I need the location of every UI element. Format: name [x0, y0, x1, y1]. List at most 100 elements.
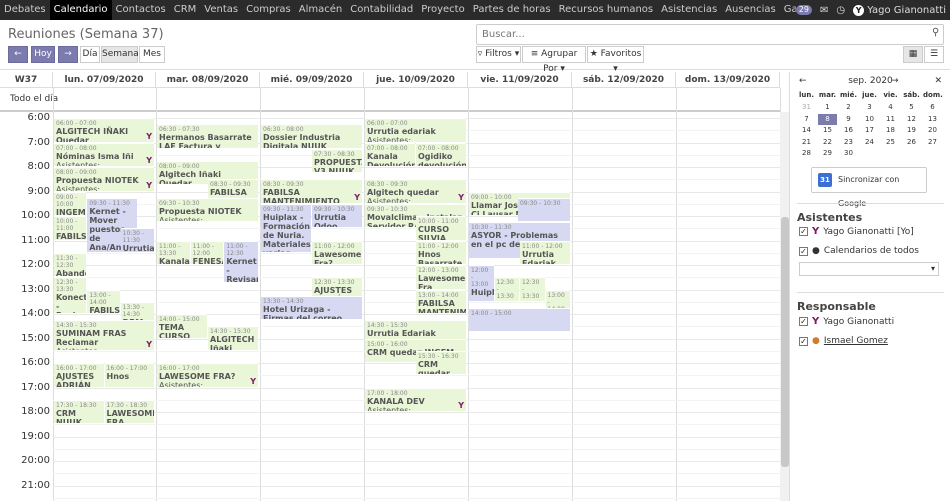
chat-icon[interactable]: ✉ [820, 5, 828, 16]
mini-day[interactable]: 23 [839, 137, 858, 148]
calendar-event[interactable]: 11:30 - 12:30Abando CRM Planificar [54, 252, 87, 277]
nav-menu-item[interactable]: Almacén [295, 0, 346, 20]
nav-menu-item[interactable]: Compras [242, 0, 295, 20]
notification-badge[interactable]: 29 [795, 5, 812, 15]
nav-menu-item[interactable]: Ausencias [721, 0, 780, 20]
calendar-event[interactable]: 09:00 - 10:00INGEM CRMAsistentes: [54, 191, 87, 215]
mini-day[interactable]: 8 [818, 113, 837, 125]
mini-day[interactable]: 28 [797, 148, 816, 159]
prev-button[interactable]: ← [8, 46, 28, 63]
calendar-event[interactable]: 06:00 - 07:00 Urrutia edariak Asistentes: [365, 118, 466, 142]
mini-day[interactable]: 19 [902, 125, 921, 136]
calendar-event[interactable]: 12:30 - 13:30Preparar DEMO [520, 277, 545, 301]
calendar-event[interactable]: 12:30 - 13:30Konectia - Revisar PC de An… [54, 277, 87, 313]
mini-day[interactable]: 6 [923, 102, 942, 113]
mini-day[interactable]: 31 [797, 102, 816, 113]
mini-day[interactable]: 18 [881, 125, 900, 136]
calendar-event[interactable]: 11:00 - 12:00 Urrutia Edariak [520, 240, 570, 264]
calendar-event[interactable]: 08:30 - 09:30 Algitech quedar Asistentes: Y [365, 179, 466, 203]
calendar-event[interactable]: 11:00 - 13:30Kanala DevoluciónAsistentes… [157, 240, 190, 264]
calendar-event[interactable]: 14:30 - 15:30ALGITECH Iñaki Quedar [208, 326, 258, 350]
calendar-event[interactable]: 17:00 - 18:00 KANALA DEV Asistentes: Y [365, 387, 466, 411]
calendar-event[interactable]: 10:00 - 11:00CURSO SILVIA CAMPUZANO [416, 216, 466, 240]
mini-day[interactable]: 9 [839, 114, 858, 125]
calendar-event[interactable]: 15:30 - 16:30CRM quedar ABANDO [416, 350, 466, 375]
scrollbar-thumb[interactable] [781, 217, 789, 467]
nav-menu-item[interactable]: Contabilidad [346, 0, 417, 20]
mini-day[interactable]: 12 [902, 114, 921, 125]
mini-day[interactable]: 14 [797, 125, 816, 136]
groupby-button[interactable]: ≡ Agrupar Por ▾ [522, 46, 586, 74]
search-icon[interactable]: ⚲ [932, 27, 939, 38]
calendar-event[interactable]: 12:00 - 13:00 Lawesome Fra [416, 265, 466, 289]
list-view-icon[interactable]: ☰ [924, 46, 944, 63]
mini-day[interactable]: 17 [860, 125, 879, 136]
close-icon[interactable]: ✕ [934, 76, 942, 86]
mini-day[interactable]: 30 [839, 148, 858, 159]
calendar-event[interactable]: 06:30 - 08:00 Dossier Industria Digitala … [261, 124, 362, 148]
responsible-ismael[interactable]: ✓ ● Ismael Gomez [799, 336, 888, 346]
calendar-event[interactable]: 16:00 - 17:00AJUSTES ADRIÁN CRM Abando y… [54, 363, 104, 387]
mini-day[interactable]: 22 [818, 137, 837, 148]
checkbox[interactable]: ✓ [799, 246, 808, 256]
nav-menu-item[interactable]: Partes de horas [469, 0, 555, 20]
calendar-event[interactable]: 07:00 - 08:00 Ogidiko devolución [416, 142, 466, 166]
day-view-button[interactable]: Día [80, 46, 100, 63]
calendar-event[interactable]: 17:30 - 18:30LAWESOME FRA Reclamar [104, 399, 154, 424]
nav-menu-item[interactable]: CRM [170, 0, 201, 20]
calendar-event[interactable]: 12:00 - 13:00Huiplax - Cambiar SSD a Nur… [469, 265, 494, 301]
clock-icon[interactable]: ◷ [836, 5, 845, 16]
calendar-event[interactable]: 09:30 - 10:30 Propuesta NIOTEK Asistentes: [157, 197, 258, 222]
mini-day[interactable]: 13 [923, 114, 942, 125]
all-day-row[interactable]: Todo el día [0, 88, 780, 112]
filters-button[interactable]: ▿ Filtros ▾ [476, 46, 521, 63]
mini-day[interactable]: 27 [923, 137, 942, 148]
calendar-event[interactable]: 14:00 - 15:00TEMA CURSO SILVIA CAMPUZANO [157, 314, 207, 338]
favorites-button[interactable]: ★ Favoritos ▾ [587, 46, 644, 74]
calendar-event[interactable]: 09:30 - 10:30 [517, 197, 570, 222]
mini-day[interactable]: 25 [881, 137, 900, 148]
search-input[interactable] [476, 24, 944, 45]
mini-day[interactable]: 11 [881, 114, 900, 125]
calendar-event[interactable]: 10:30 - 11:30Urrutia Edariak [120, 228, 154, 252]
responsible-yago[interactable]: ✓ Y Yago Gianonatti [799, 316, 894, 327]
checkbox[interactable]: ✓ [799, 227, 808, 236]
attendee-all[interactable]: ✓ ● Calendarios de todos [799, 246, 919, 256]
calendar-event[interactable]: 14:00 - 15:00 [469, 307, 570, 332]
mini-day[interactable]: 24 [860, 137, 879, 148]
calendar-event[interactable]: 07:00 - 08:00 Nóminas Isma Iñi Asistentes:… [54, 142, 154, 166]
user-menu[interactable]: Y Yago Gianonatti [853, 4, 946, 16]
calendar-event[interactable]: 11:00 - 12:00Hnos Basarrate LAE [416, 240, 466, 264]
attendee-select[interactable]: ▾ [799, 262, 939, 276]
mini-day[interactable]: 10 [860, 114, 879, 125]
calendar-event[interactable]: 06:00 - 07:00ALGITECH IÑAKI QuedarAsiste… [54, 118, 154, 142]
next-month-icon[interactable]: → [891, 76, 899, 86]
calendar-event[interactable]: 10:00 - 11:00FABILSA MANTENIMIENTO [54, 216, 87, 240]
nav-menu-item[interactable]: Contactos [112, 0, 170, 20]
calendar-event[interactable]: 07:30 - 08:30PROPUESTA V3 NUUK [312, 148, 362, 173]
mini-day[interactable]: 1 [818, 102, 837, 113]
calendar-event[interactable]: 09:30 - 11:30 Huiplax - Formación de Nuri… [261, 203, 311, 252]
today-button[interactable]: Hoy [31, 46, 55, 63]
checkbox[interactable]: ✓ [799, 336, 808, 346]
mini-day[interactable]: 29 [818, 148, 837, 159]
calendar-event[interactable]: 08:30 - 09:30FABILSA MANTENIMIENTOAsiste… [261, 179, 362, 203]
calendar-event[interactable]: 11:00 - 12:00 Lawesome Fra? [312, 240, 362, 264]
mini-day[interactable]: 20 [923, 125, 942, 136]
mini-day[interactable]: 2 [839, 102, 858, 113]
nav-menu-item[interactable]: Ventas [200, 0, 242, 20]
mini-day[interactable]: 3 [860, 102, 879, 113]
mini-day[interactable]: 5 [902, 102, 921, 113]
mini-day[interactable]: 15 [818, 125, 837, 136]
calendar-event[interactable]: 09:30 - 10:30Urrutia Odoo Quedar! [312, 203, 362, 228]
calendar-event[interactable]: 07:00 - 08:00Kanala DevoluciónAsistentes… [365, 142, 415, 166]
calendar-event[interactable]: 13:00 - 14:00FABILSA MANTENIMIENTO [87, 289, 120, 313]
nav-menu-item[interactable]: Recursos humanos [555, 0, 658, 20]
calendar-event[interactable]: 13:00 - 14:00FABILSA MANTENIMIENTO [416, 289, 466, 313]
mini-day[interactable]: 21 [797, 137, 816, 148]
nav-menu-item[interactable]: Calendario [49, 0, 112, 20]
nav-menu-item[interactable]: Asistencias [657, 0, 721, 20]
calendar-event[interactable]: 11:00 - 12:30Kernet - Revisar pc del [224, 240, 258, 283]
calendar-event[interactable]: 14:30 - 15:30SUMINAM FRAS ReclamarAsiste… [54, 320, 154, 350]
calendar-event[interactable]: 11:00 - 12:00FENESA CUENTAS [190, 240, 224, 264]
